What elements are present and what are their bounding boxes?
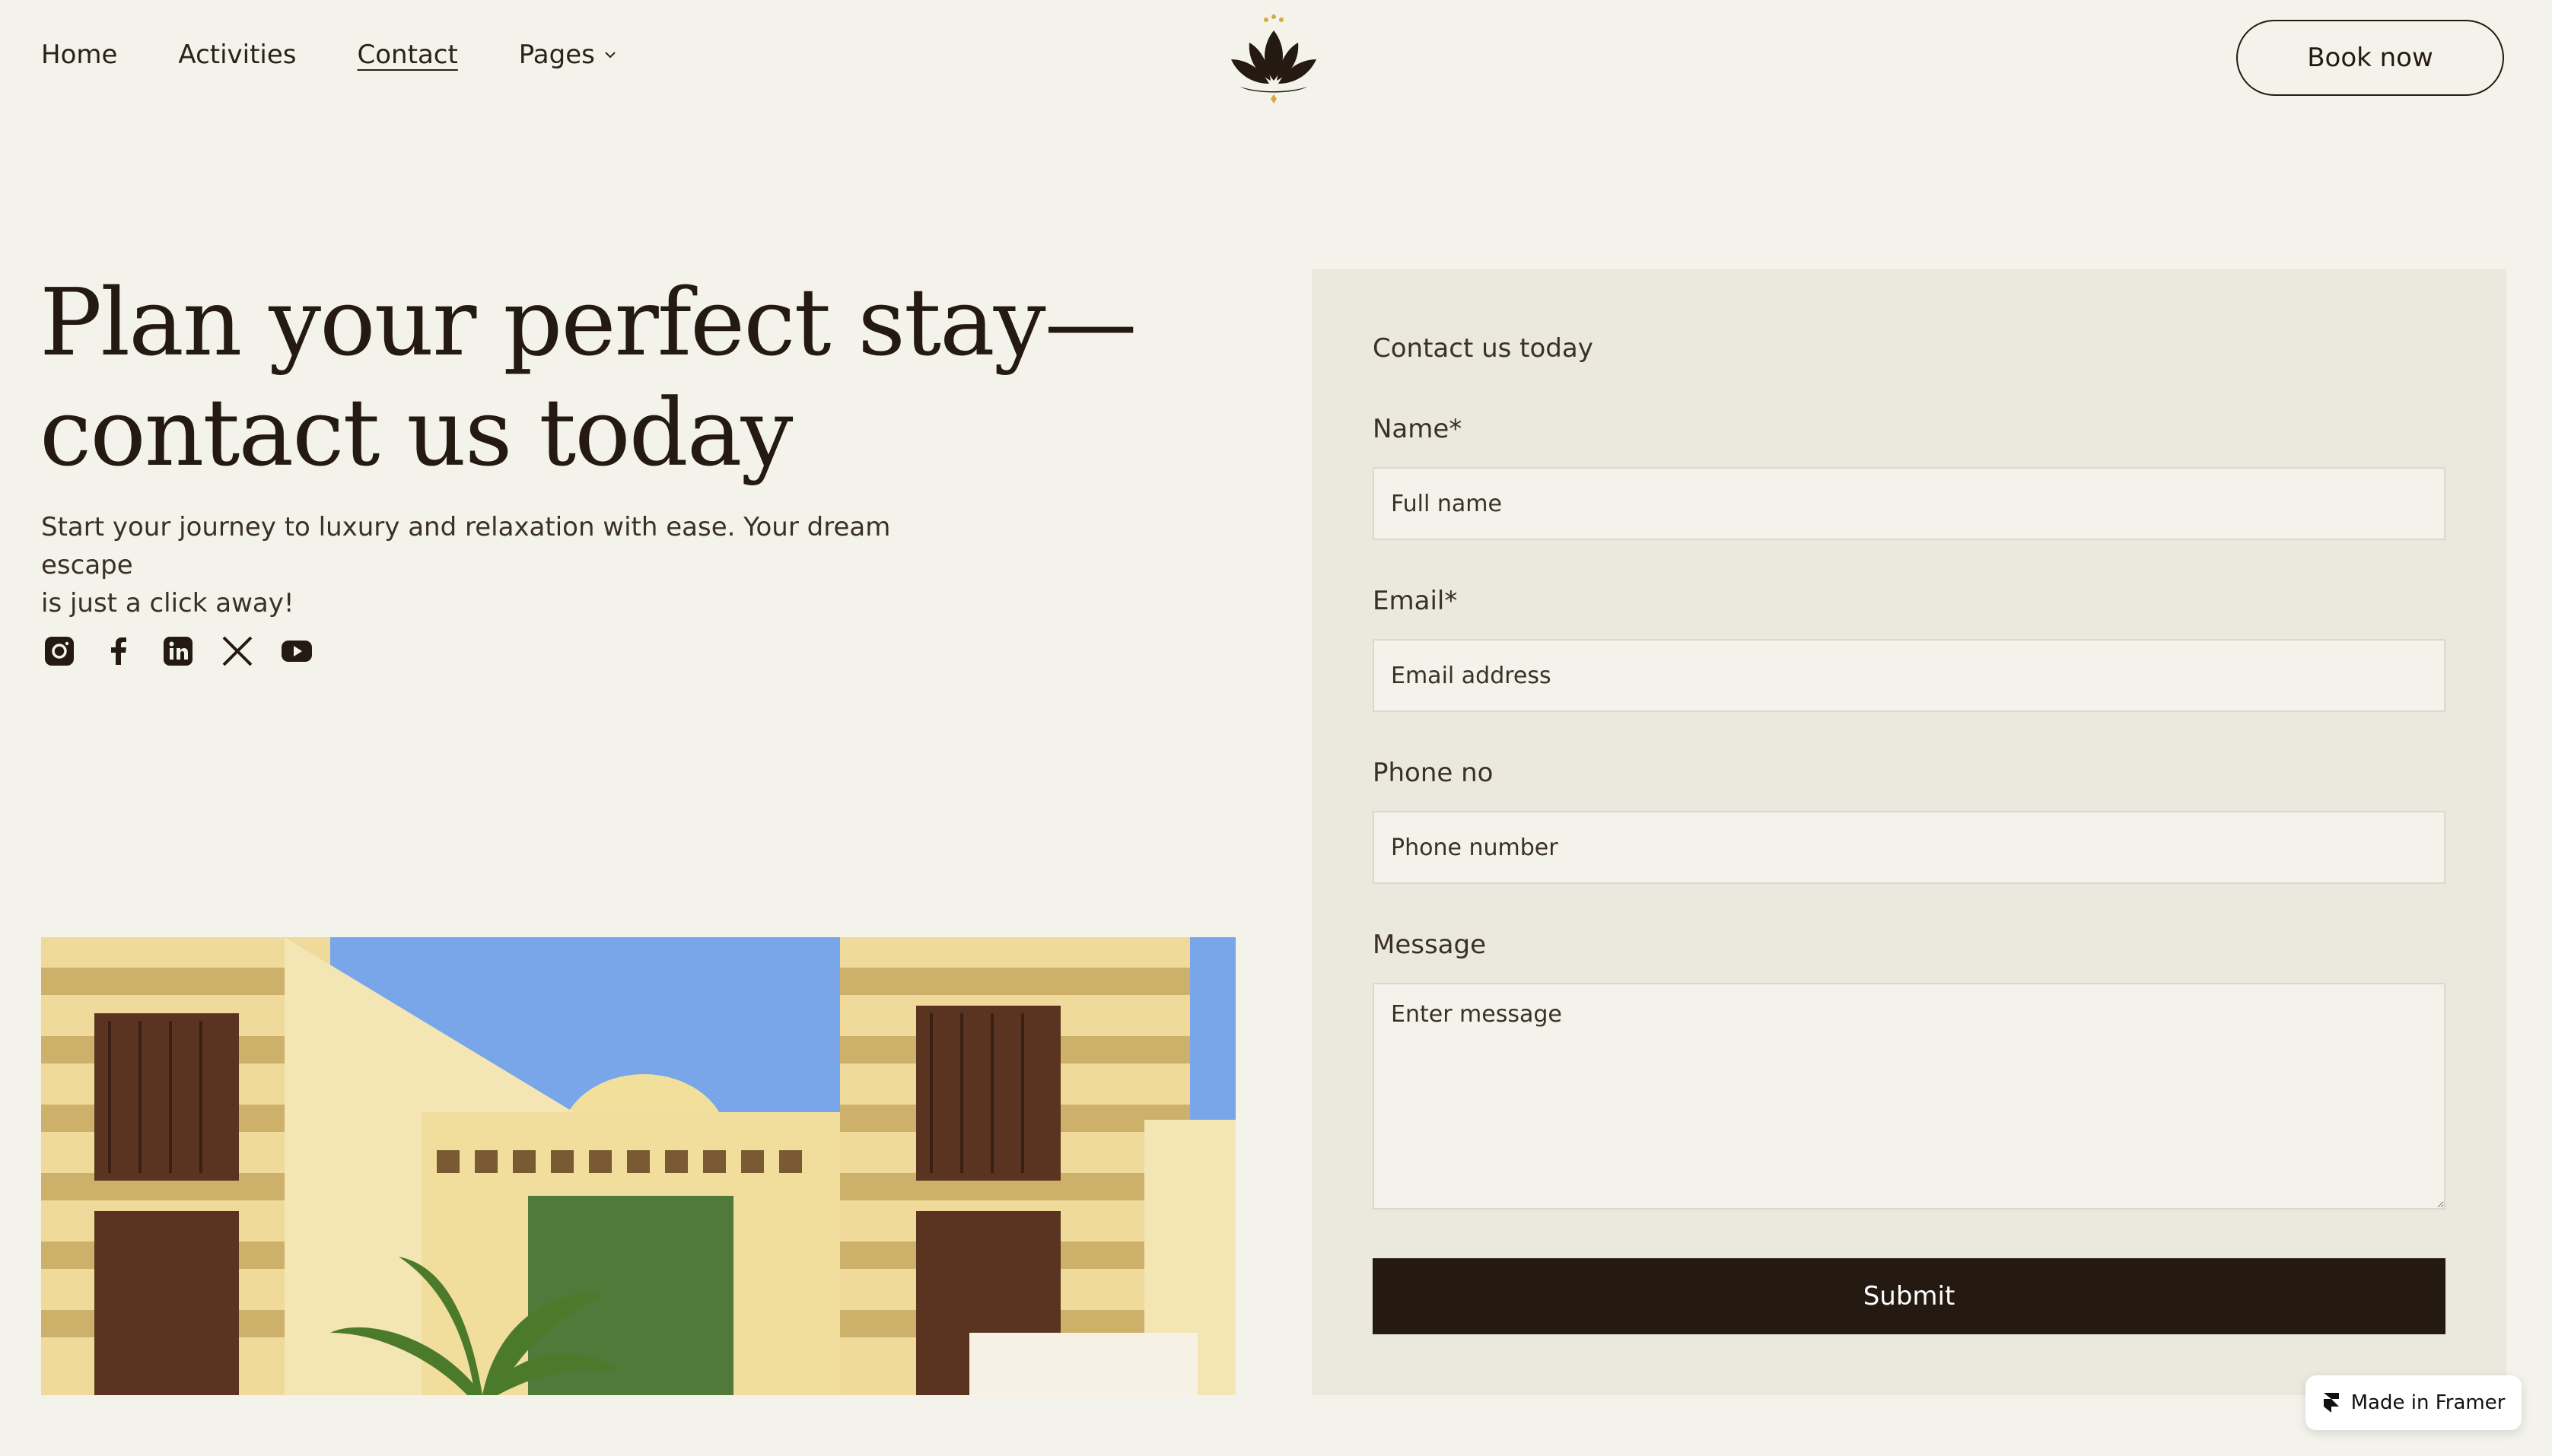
youtube-icon[interactable] xyxy=(280,634,313,668)
main-nav: Home Activities Contact Pages xyxy=(41,40,679,70)
hero-subtitle-line-2: is just a click away! xyxy=(41,588,294,618)
instagram-icon[interactable] xyxy=(43,634,76,668)
contact-form: Contact us today Name* Email* Phone no M… xyxy=(1312,269,2506,1395)
framer-logo-icon xyxy=(2323,1393,2339,1413)
form-heading: Contact us today xyxy=(1373,333,1593,364)
hero-subtitle-line-1: Start your journey to luxury and relaxat… xyxy=(41,512,891,580)
message-field[interactable] xyxy=(1373,983,2445,1210)
x-twitter-icon[interactable] xyxy=(221,634,254,668)
email-field[interactable] xyxy=(1373,639,2445,712)
hero-subtitle: Start your journey to luxury and relaxat… xyxy=(41,508,954,622)
submit-button[interactable]: Submit xyxy=(1373,1258,2445,1334)
social-links xyxy=(43,634,339,668)
page-title-line-2: contact us today xyxy=(40,379,793,487)
made-in-framer-badge[interactable]: Made in Framer xyxy=(2305,1375,2522,1430)
nav-pages-label: Pages xyxy=(518,40,595,70)
email-label: Email* xyxy=(1373,586,1458,616)
page-title: Plan your perfect stay— contact us today xyxy=(40,268,1181,488)
name-label: Name* xyxy=(1373,414,1462,444)
nav-activities[interactable]: Activities xyxy=(178,40,296,70)
page-title-line-1: Plan your perfect stay— xyxy=(40,269,1138,377)
badge-label: Made in Framer xyxy=(2350,1391,2506,1414)
nav-home[interactable]: Home xyxy=(41,40,117,70)
resort-photo xyxy=(41,937,1236,1395)
phone-field[interactable] xyxy=(1373,811,2445,884)
nav-contact[interactable]: Contact xyxy=(358,40,458,70)
name-field[interactable] xyxy=(1373,467,2445,540)
linkedin-icon[interactable] xyxy=(161,634,195,668)
phone-label: Phone no xyxy=(1373,758,1494,788)
resort-building-image xyxy=(41,937,1236,1395)
message-label: Message xyxy=(1373,930,1487,960)
nav-pages-dropdown[interactable]: Pages xyxy=(519,40,618,70)
book-now-button[interactable]: Book now xyxy=(2236,20,2504,96)
chevron-down-icon xyxy=(605,52,616,59)
facebook-icon[interactable] xyxy=(102,634,135,668)
lotus-logo-icon[interactable] xyxy=(1225,14,1322,105)
